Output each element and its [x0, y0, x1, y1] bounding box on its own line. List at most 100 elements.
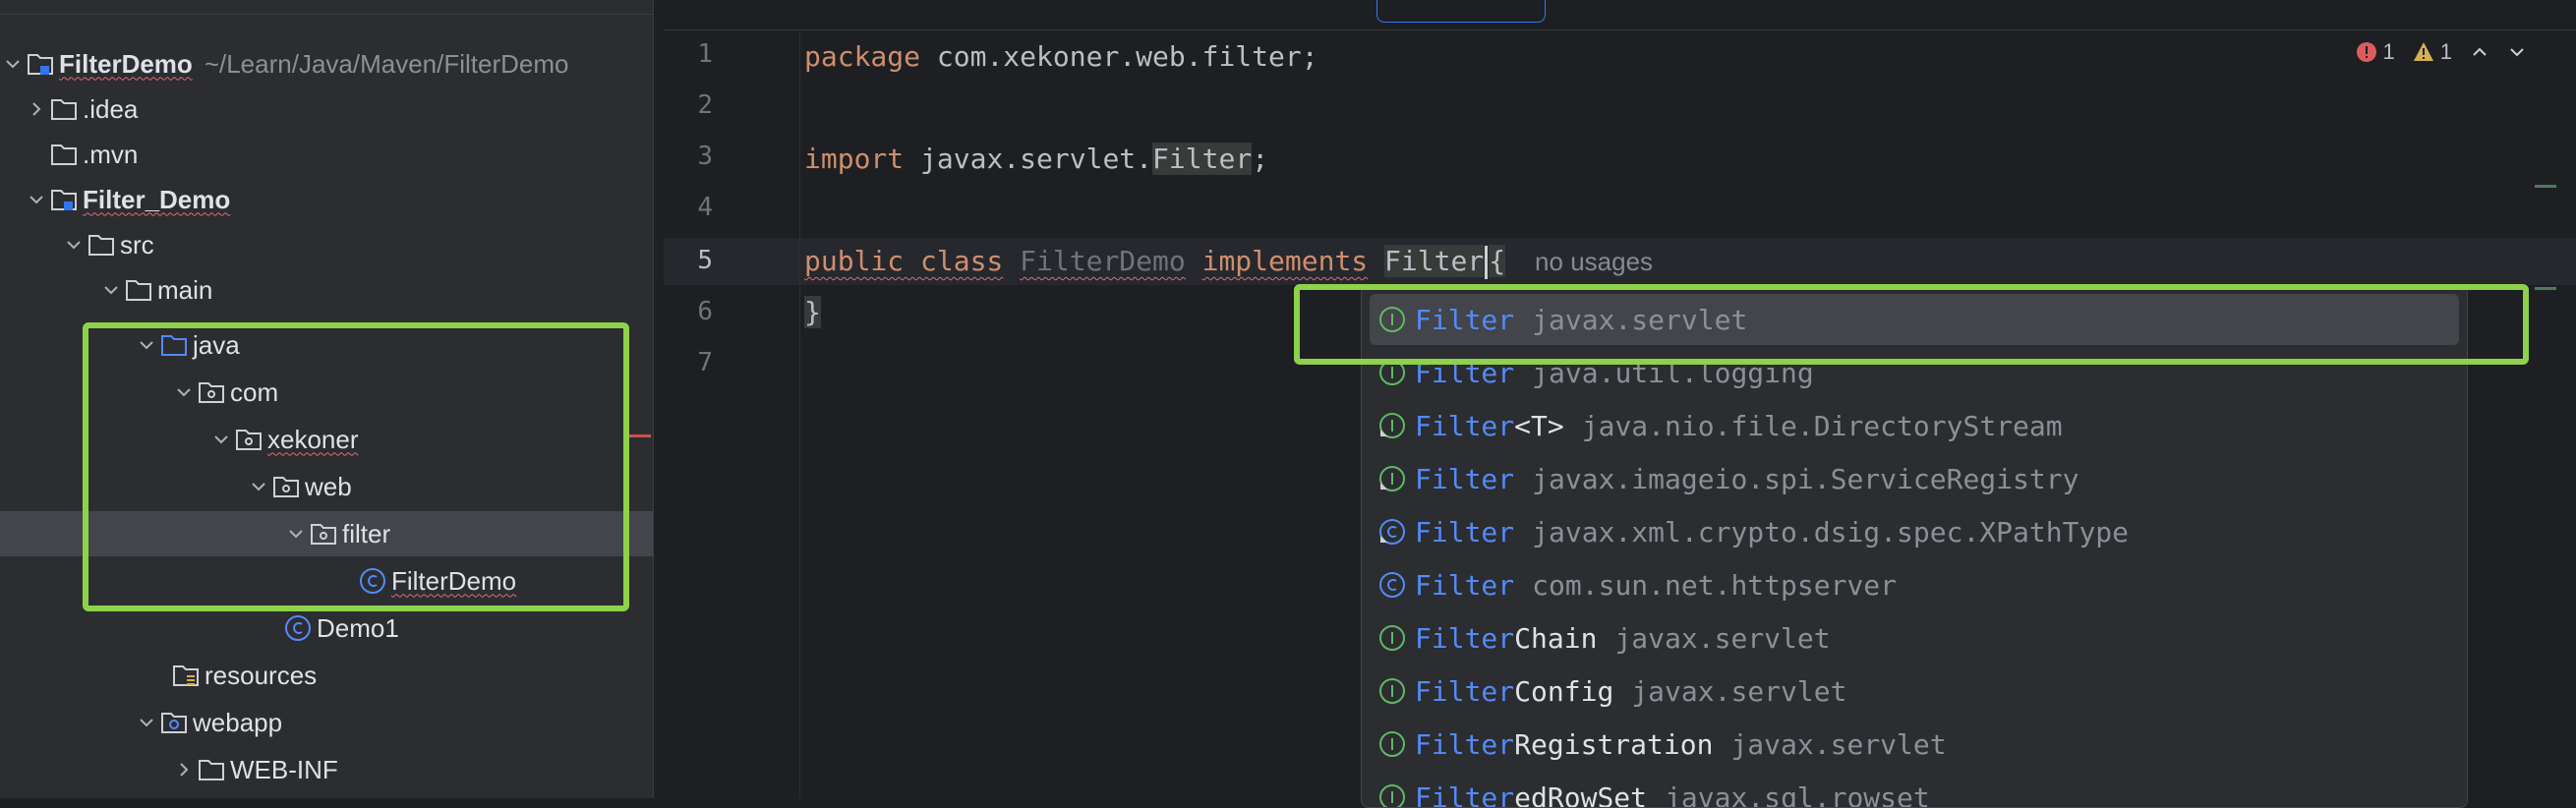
inspection-widget[interactable]: 1 1: [2356, 39, 2528, 65]
line-number-current: 5: [664, 246, 713, 275]
match-text: Filter: [1415, 622, 1514, 655]
interface-icon: [1370, 453, 1415, 504]
completion-item[interactable]: FilterChainjavax.servlet: [1370, 612, 2459, 664]
completion-item[interactable]: Filtercom.sun.net.httpserver: [1370, 559, 2459, 610]
folder-icon: [124, 267, 157, 313]
tree-item-webapp[interactable]: webapp: [0, 700, 653, 745]
chevron-down-icon[interactable]: [61, 222, 87, 267]
chevron-down-icon[interactable]: [0, 41, 26, 87]
code-text: {: [1489, 245, 1505, 277]
chevron-down-icon[interactable]: [134, 700, 159, 745]
tree-label: Filter_Demo: [83, 185, 230, 215]
line-number: 6: [664, 297, 713, 326]
module-folder-icon: [26, 41, 59, 87]
folder-icon: [197, 747, 230, 792]
chevron-down-icon[interactable]: [24, 177, 49, 222]
code-line-6: }: [804, 291, 821, 334]
tree-label: Demo1: [317, 613, 399, 644]
chevron-right-icon[interactable]: [24, 87, 49, 132]
error-count[interactable]: 1: [2356, 39, 2395, 65]
completion-highlight-box: [1294, 284, 2529, 365]
line-number: 3: [664, 142, 713, 171]
tree-label: resources: [205, 661, 317, 691]
keyword: implements: [1202, 245, 1369, 277]
class-name: FilterDemo: [1020, 245, 1186, 277]
error-stripe-mark: [629, 434, 651, 437]
line-number: 2: [664, 90, 713, 120]
completion-item[interactable]: Filter<T>java.nio.file.DirectoryStream: [1370, 400, 2459, 451]
tree-label: .mvn: [83, 140, 138, 170]
editor-tab-bar: [664, 0, 2576, 30]
interface-icon: [1370, 400, 1415, 451]
tree-highlight-box: [83, 322, 629, 611]
item-package: javax.sql.rowset: [1665, 781, 1930, 808]
project-tree-panel: FilterDemo ~/Learn/Java/Maven/FilterDemo…: [0, 0, 653, 798]
code-line-1: package com.xekoner.web.filter;: [804, 35, 1318, 79]
item-package: javax.imageio.spi.ServiceRegistry: [1532, 463, 2078, 495]
item-rest: edRowSet: [1514, 781, 1647, 808]
chevron-down-icon[interactable]: [98, 267, 124, 313]
line-number: 1: [664, 39, 713, 69]
chevron-down-icon[interactable]: [2507, 42, 2527, 62]
tree-item-web-inf[interactable]: WEB-INF: [0, 747, 653, 792]
class-icon: [283, 606, 317, 651]
resources-folder-icon: [171, 653, 205, 698]
tree-label: webapp: [193, 708, 282, 738]
item-package: java.nio.file.DirectoryStream: [1582, 410, 2063, 442]
tree-item-resources[interactable]: resources: [0, 653, 653, 698]
match-text: Filter: [1415, 728, 1514, 761]
tree-item-src[interactable]: src: [0, 222, 653, 267]
tree-item-root[interactable]: FilterDemo ~/Learn/Java/Maven/FilterDemo: [0, 41, 653, 87]
folder-icon: [49, 87, 83, 132]
panel-splitter[interactable]: [653, 0, 664, 798]
tree-item-idea[interactable]: .idea: [0, 87, 653, 132]
class-icon: [1370, 559, 1415, 610]
completion-item[interactable]: FilteredRowSet javax.sql.rowset: [1370, 772, 2459, 808]
item-package: javax.servlet: [1730, 728, 1946, 761]
match-text: Filter: [1415, 569, 1514, 602]
match-text: Filter: [1415, 781, 1514, 808]
completion-item[interactable]: FilterRegistration javax.servlet: [1370, 719, 2459, 770]
keyword: import: [804, 143, 904, 175]
chevron-up-icon[interactable]: [2470, 42, 2489, 62]
code-text: }: [804, 296, 821, 328]
item-package: javax.servlet: [1631, 675, 1846, 708]
error-icon: [2356, 41, 2377, 63]
keyword: public class: [804, 245, 1003, 277]
completion-item[interactable]: Filter javax.xml.crypto.dsig.spec.XPathTy…: [1370, 506, 2459, 557]
scrollbar-mark: [2535, 287, 2556, 290]
keyword: package: [804, 40, 920, 73]
text-caret: [1485, 246, 1488, 279]
tree-label: main: [157, 275, 212, 306]
code-text: com.xekoner.web.filter;: [920, 40, 1318, 73]
line-number: 4: [664, 193, 713, 222]
completion-item[interactable]: Filterjavax.imageio.spi.ServiceRegistry: [1370, 453, 2459, 504]
chevron-right-icon[interactable]: [171, 747, 197, 792]
root-path: ~/Learn/Java/Maven/FilterDemo: [205, 49, 569, 80]
folder-icon: [49, 132, 83, 177]
tree-item-filter-demo-module[interactable]: Filter_Demo: [0, 177, 653, 222]
tree-label: WEB-INF: [230, 755, 338, 785]
warning-icon: [2413, 41, 2434, 63]
gutter-divider: [799, 29, 800, 798]
interface-icon: [1370, 612, 1415, 664]
item-package: javax.servlet: [1614, 622, 1830, 655]
typed-text: Filter: [1384, 245, 1484, 277]
warning-count[interactable]: 1: [2413, 39, 2452, 65]
completion-item[interactable]: FilterConfigjavax.servlet: [1370, 665, 2459, 717]
tree-item-main[interactable]: main: [0, 267, 653, 313]
tree-item-mvn[interactable]: .mvn: [0, 132, 653, 177]
match-text: Filter: [1415, 675, 1514, 708]
code-text: Filter: [1152, 143, 1252, 175]
item-rest: Registration: [1514, 728, 1713, 761]
usages-hint[interactable]: no usages: [1535, 247, 1653, 276]
item-package: javax.xml.crypto.dsig.spec.XPathType: [1532, 516, 2129, 548]
tree-item-demo1-class[interactable]: Demo1: [0, 606, 653, 651]
item-rest: <T>: [1514, 410, 1564, 442]
scrollbar-mark: [2535, 185, 2556, 188]
interface-icon: [1370, 665, 1415, 717]
match-text: Filter: [1415, 516, 1514, 548]
line-number: 7: [664, 348, 713, 377]
module-folder-icon: [49, 177, 83, 222]
editor-tab-active[interactable]: [1376, 0, 1546, 23]
